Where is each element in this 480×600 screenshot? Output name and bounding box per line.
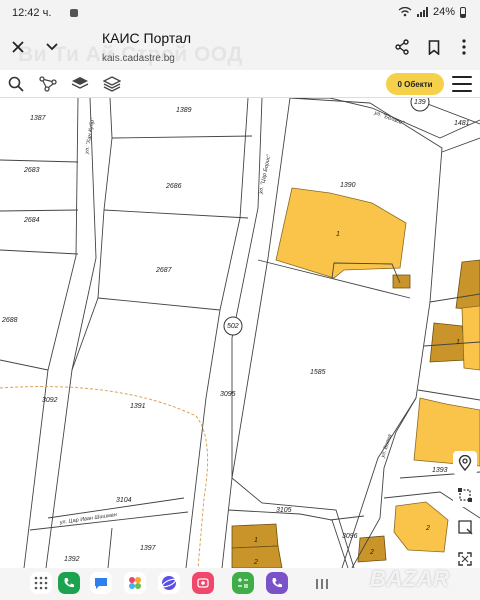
building-number-1-right: 1 (456, 339, 460, 346)
viber-icon[interactable] (266, 572, 288, 594)
gallery-icon[interactable] (124, 572, 146, 594)
parcel-2687[interactable]: 2687 (155, 267, 173, 274)
phone-icon[interactable] (58, 572, 80, 594)
draw-polygon-icon[interactable] (453, 483, 477, 507)
parcel-1387[interactable]: 1387 (30, 115, 47, 122)
parcel-1585[interactable]: 1585 (310, 369, 326, 376)
calculator-icon[interactable] (232, 572, 254, 594)
signal-icon (416, 7, 428, 17)
building-1-right[interactable] (429, 322, 467, 363)
brand-watermark: BAZAR (370, 566, 450, 591)
parcel-1389[interactable]: 1389 (176, 107, 192, 114)
page-title: КАИС Портал (102, 30, 192, 46)
parcel-1390[interactable]: 1390 (340, 182, 356, 189)
parcel-3096[interactable]: 3096 (342, 533, 358, 540)
objects-button[interactable]: 0 Обекти (386, 73, 444, 95)
layers-icon[interactable] (70, 74, 90, 94)
menu-icon[interactable] (452, 76, 472, 92)
messages-icon[interactable] (90, 572, 112, 594)
parcel-3104[interactable]: 3104 (116, 497, 132, 504)
app-screen: 12:42 ч. 24% Ви Ти Ай Строй ООД КАИС Пор… (0, 0, 480, 600)
building-small[interactable] (392, 274, 411, 289)
chevron-down-icon[interactable] (40, 35, 64, 59)
share-icon[interactable] (390, 35, 414, 59)
app-toolbar: 0 Обекти (0, 70, 480, 98)
parcel-3092[interactable]: 3092 (42, 397, 58, 404)
parcel-1481[interactable]: 1481 (454, 120, 470, 127)
screen-recorder-icon[interactable] (192, 572, 214, 594)
wifi-icon (398, 7, 412, 17)
graph-icon[interactable] (38, 74, 58, 94)
cadastral-map[interactable]: 1387 1389 139 1481 1390 2683 2684 2686 2… (0, 98, 480, 568)
building-number-2-small: 2 (369, 549, 374, 556)
status-indicators: 24% (398, 6, 466, 18)
parcel-502[interactable]: 502 (227, 323, 239, 330)
parcel-2684[interactable]: 2684 (23, 217, 40, 224)
more-vertical-icon[interactable] (452, 35, 476, 59)
page-url[interactable]: kais.cadastre.bg (102, 53, 175, 64)
building-right-mid[interactable] (461, 305, 480, 371)
parcel-1393[interactable]: 1393 (432, 467, 448, 474)
parcel-3095[interactable]: 3095 (220, 391, 236, 398)
parcel-139[interactable]: 139 (414, 99, 426, 106)
select-area-icon[interactable] (453, 515, 477, 539)
parcel-1397[interactable]: 1397 (140, 545, 157, 552)
battery-percent: 24% (432, 6, 455, 18)
battery-icon (460, 6, 466, 18)
building-number-1-bottom: 1 (254, 537, 258, 544)
parcel-1391[interactable]: 1391 (130, 403, 146, 410)
status-bar: 12:42 ч. 24% (0, 0, 480, 28)
map-canvas[interactable]: 1387 1389 139 1481 1390 2683 2684 2686 2… (0, 98, 480, 568)
parcel-2686[interactable]: 2686 (165, 183, 182, 190)
location-pin-icon[interactable] (453, 451, 477, 475)
search-icon[interactable] (6, 74, 26, 94)
building-number-2-bottom: 2 (253, 559, 258, 566)
bookmark-icon[interactable] (422, 35, 446, 59)
internet-icon[interactable] (158, 572, 180, 594)
parcel-2683[interactable]: 2683 (23, 167, 40, 174)
status-time: 12:42 ч. (12, 7, 52, 19)
parcel-1392[interactable]: 1392 (64, 556, 80, 563)
map-tools-panel (451, 451, 479, 571)
apps-grid-icon[interactable] (30, 572, 52, 594)
parcel-2688[interactable]: 2688 (1, 317, 18, 324)
recents-icon[interactable] (312, 575, 332, 593)
building-number-2-right: 2 (425, 525, 430, 532)
close-icon[interactable] (6, 35, 30, 59)
parcel-3105[interactable]: 3105 (276, 507, 292, 514)
browser-toolbar: Ви Ти Ай Строй ООД (0, 28, 480, 70)
notification-icon (70, 9, 78, 17)
building-number-1-main: 1 (336, 231, 340, 238)
layers-outline-icon[interactable] (102, 74, 122, 94)
building-1-bottom[interactable] (231, 523, 279, 549)
